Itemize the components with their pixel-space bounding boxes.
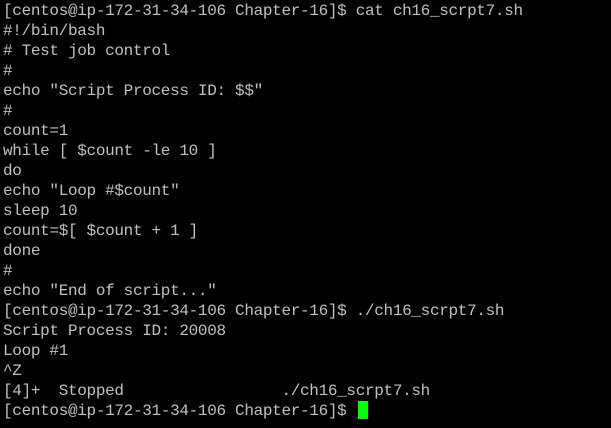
terminal-line-6: # [3,102,13,120]
terminal-line-18: Loop #1 [3,342,68,360]
terminal-line-20: [4]+ Stopped ./ch16_scrpt7.sh [3,382,430,400]
text-cursor [357,401,368,419]
terminal-line-12: count=$[ $count + 1 ] [3,222,198,240]
terminal-window[interactable]: [centos@ip-172-31-34-106 Chapter-16]$ ca… [0,0,611,428]
terminal-line-11: sleep 10 [3,202,78,220]
terminal-line-2: #!/bin/bash [3,22,106,40]
terminal-line-13: done [3,242,41,260]
terminal-line-7: count=1 [3,122,68,140]
terminal-line-14: # [3,262,13,280]
terminal-line-16: [centos@ip-172-31-34-106 Chapter-16]$ ./… [3,302,505,320]
terminal-line-19: ^Z [3,362,22,380]
terminal-line-9: do [3,162,22,180]
terminal-prompt-line[interactable]: [centos@ip-172-31-34-106 Chapter-16]$ [3,401,611,421]
terminal-line-4: # [3,62,13,80]
terminal-line-5: echo "Script Process ID: $$" [3,82,263,100]
terminal-line-8: while [ $count -le 10 ] [3,142,217,160]
terminal-line-15: echo "End of script..." [3,282,217,300]
shell-prompt: [centos@ip-172-31-34-106 Chapter-16]$ [3,402,356,420]
terminal-line-17: Script Process ID: 20008 [3,322,226,340]
terminal-line-10: echo "Loop #$count" [3,182,180,200]
terminal-line-3: # Test job control [3,42,171,60]
terminal-line-1: [centos@ip-172-31-34-106 Chapter-16]$ ca… [3,2,523,20]
